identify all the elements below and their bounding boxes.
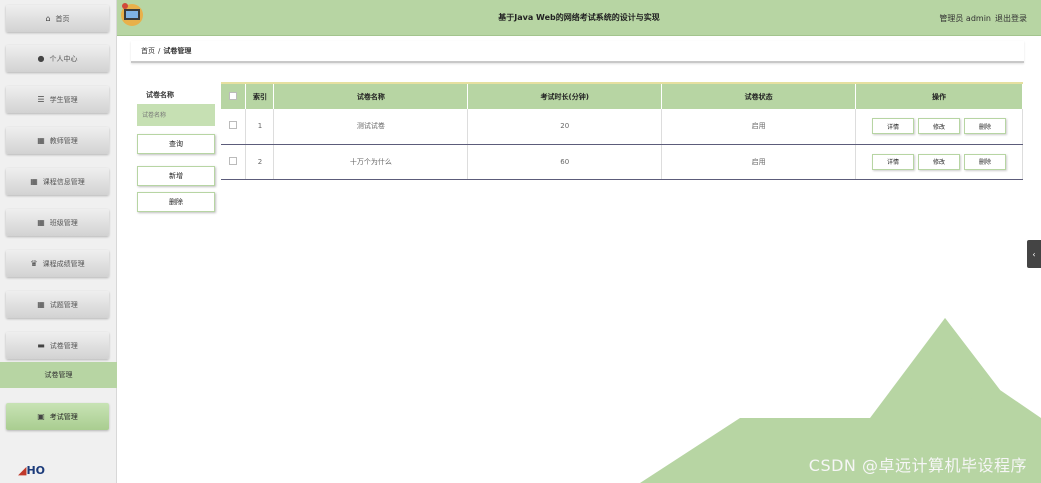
row-actions: 详情 修改 删除 bbox=[855, 144, 1023, 180]
clipboard-icon: ▣ bbox=[37, 412, 45, 421]
row-checkbox[interactable] bbox=[229, 121, 238, 130]
sidebar-item-questions[interactable]: ▦ 试题管理 bbox=[6, 291, 109, 318]
sidebar-item-home[interactable]: ⌂ 首页 bbox=[6, 5, 109, 32]
sidebar-item-profile[interactable]: ● 个人中心 bbox=[6, 45, 109, 72]
column-header: 考试时长(分钟) bbox=[467, 82, 663, 109]
row-checkbox[interactable] bbox=[229, 156, 238, 165]
edit-button[interactable]: 修改 bbox=[918, 153, 961, 170]
column-header: 操作 bbox=[855, 82, 1023, 109]
row-duration: 60 bbox=[467, 144, 663, 180]
breadcrumb-separator: / bbox=[158, 47, 161, 55]
sidebar-item-label: 个人中心 bbox=[49, 54, 78, 63]
sidebar-item-label: 试题管理 bbox=[49, 300, 78, 309]
column-header: 试卷名称 bbox=[273, 82, 469, 109]
page-title: 基于Java Web的网络考试系统的设计与实现 bbox=[498, 13, 660, 22]
row-index: 1 bbox=[245, 109, 275, 145]
logo-text: HO bbox=[26, 464, 46, 477]
grid-icon: ▦ bbox=[30, 177, 38, 186]
sidebar-item-label: 课程信息管理 bbox=[42, 177, 85, 186]
row-checkbox-cell bbox=[221, 144, 247, 180]
row-status: 启用 bbox=[661, 144, 857, 180]
row-name: 测试试卷 bbox=[273, 109, 469, 145]
breadcrumb: 首页 / 试卷管理 bbox=[131, 41, 1024, 63]
decorative-shapes bbox=[640, 318, 1041, 483]
paper-name-label: 试卷名称 bbox=[146, 91, 174, 99]
grid-icon: ▦ bbox=[37, 136, 45, 145]
sidebar-subheader[interactable]: 试卷管理 bbox=[0, 362, 117, 388]
username: 管理员 admin bbox=[939, 14, 991, 23]
row-checkbox-cell bbox=[221, 109, 247, 145]
sidebar-item-label: 试卷管理 bbox=[49, 341, 78, 350]
grid-icon: ▦ bbox=[37, 300, 45, 309]
breadcrumb-current: 试卷管理 bbox=[163, 47, 192, 55]
sidebar-item-courses[interactable]: ▦ 课程信息管理 bbox=[6, 168, 109, 195]
select-all-checkbox[interactable] bbox=[229, 91, 238, 100]
select-all-cell bbox=[221, 82, 247, 109]
delete-button[interactable]: 删除 bbox=[137, 192, 215, 212]
breadcrumb-home[interactable]: 首页 bbox=[141, 46, 155, 56]
watermark: CSDN @卓远计算机毕设程序 bbox=[808, 456, 1027, 475]
user-icon: ● bbox=[37, 54, 45, 63]
row-name: 十万个为什么 bbox=[273, 144, 469, 180]
add-button[interactable]: 新增 bbox=[137, 166, 215, 186]
sidebar-item-label: 课程成绩管理 bbox=[42, 259, 85, 268]
sidebar-item-grades[interactable]: ♛ 课程成绩管理 bbox=[6, 250, 109, 277]
sidebar-item-teachers[interactable]: ▦ 教师管理 bbox=[6, 127, 109, 154]
sidebar-item-students[interactable]: ☰ 学生管理 bbox=[6, 86, 109, 113]
table-row: 2 十万个为什么 60 启用 详情 修改 删除 bbox=[221, 144, 1023, 180]
detail-button[interactable]: 详情 bbox=[872, 153, 915, 170]
paper-name-input[interactable] bbox=[137, 104, 215, 126]
sidebar: ⌂ 首页 ● 个人中心 ☰ 学生管理 ▦ 教师管理 ▦ 课程信息管理 ▦ 班级管… bbox=[0, 0, 117, 483]
search-button[interactable]: 查询 bbox=[137, 134, 215, 154]
sidebar-item-exams[interactable]: ▣ 考试管理 bbox=[6, 403, 109, 430]
row-delete-button[interactable]: 删除 bbox=[964, 153, 1007, 170]
sidebar-item-classes[interactable]: ▦ 班级管理 bbox=[6, 209, 109, 236]
row-delete-button[interactable]: 删除 bbox=[964, 118, 1007, 135]
trophy-icon: ♛ bbox=[30, 259, 38, 268]
list-icon: ☰ bbox=[37, 95, 45, 104]
sidebar-item-label: 班级管理 bbox=[49, 218, 78, 227]
home-icon: ⌂ bbox=[45, 14, 51, 23]
table-row: 1 测试试卷 20 启用 详情 修改 删除 bbox=[221, 109, 1023, 145]
edit-button[interactable]: 修改 bbox=[918, 118, 961, 135]
sidebar-item-label: 教师管理 bbox=[49, 136, 78, 145]
row-status: 启用 bbox=[661, 109, 857, 145]
column-header: 试卷状态 bbox=[661, 82, 857, 109]
papers-table: 索引 试卷名称 考试时长(分钟) 试卷状态 操作 1 测试试卷 20 启用 详情… bbox=[221, 82, 1023, 180]
sidebar-item-label: 考试管理 bbox=[49, 412, 78, 421]
detail-button[interactable]: 详情 bbox=[872, 118, 915, 135]
logout-link[interactable]: 退出登录 bbox=[995, 14, 1027, 23]
row-index: 2 bbox=[245, 144, 275, 180]
grid-icon: ▦ bbox=[37, 218, 45, 227]
table-header-row: 索引 试卷名称 考试时长(分钟) 试卷状态 操作 bbox=[221, 82, 1023, 109]
sidebar-item-papers[interactable]: ▬ 试卷管理 bbox=[6, 332, 109, 359]
row-duration: 20 bbox=[467, 109, 663, 145]
chevron-left-icon[interactable]: ‹ bbox=[1027, 240, 1041, 268]
monitor-icon: ▬ bbox=[37, 341, 45, 350]
column-header: 索引 bbox=[245, 82, 275, 109]
sidebar-item-label: 学生管理 bbox=[49, 95, 78, 104]
logo: ◢HO bbox=[18, 464, 45, 477]
header: 基于Java Web的网络考试系统的设计与实现 管理员 admin 退出登录 bbox=[117, 0, 1041, 36]
sidebar-item-label: 首页 bbox=[55, 14, 70, 23]
row-actions: 详情 修改 删除 bbox=[855, 109, 1023, 145]
user-info: 管理员 admin 退出登录 bbox=[939, 13, 1027, 24]
